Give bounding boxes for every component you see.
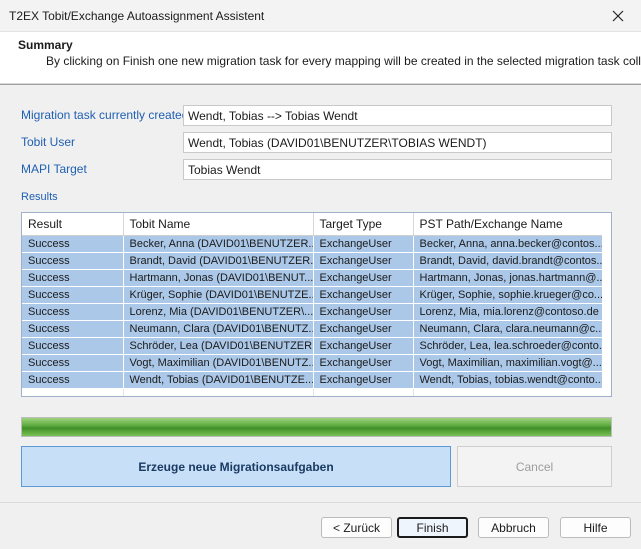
table-row[interactable]: Success Krüger, Sophie (DAVID01\BENUTZE.… — [22, 286, 604, 304]
progress-fill — [22, 418, 611, 436]
cell-pst-path: Lorenz, Mia, mia.lorenz@contoso.de — [413, 303, 604, 321]
results-grid[interactable]: Result Tobit Name Target Type PST Path/E… — [21, 212, 612, 397]
cell-result: Success — [22, 269, 124, 287]
results-header-row: Result Tobit Name Target Type PST Path/E… — [22, 213, 604, 236]
table-row[interactable]: Success Schröder, Lea (DAVID01\BENUTZER.… — [22, 337, 604, 355]
results-table: Result Tobit Name Target Type PST Path/E… — [22, 213, 604, 396]
mapi-target-field[interactable]: Tobias Wendt — [183, 159, 612, 180]
page-title: Summary — [18, 38, 73, 52]
cell-pst-path: Vogt, Maximilian, maximilian.vogt@... — [413, 354, 604, 372]
cell-target-type: ExchangeUser — [313, 303, 414, 321]
cell-target-type: ExchangeUser — [313, 371, 414, 389]
cell-tobit-name: Neumann, Clara (DAVID01\BENUTZ... — [123, 320, 314, 338]
header-divider — [0, 83, 641, 84]
current-task-label: Migration task currently created — [21, 108, 189, 122]
close-button[interactable] — [595, 0, 641, 32]
cell-result: Success — [22, 320, 124, 338]
cell-result: Success — [22, 286, 124, 304]
abort-button[interactable]: Abbruch — [478, 517, 549, 538]
column-header-result[interactable]: Result — [22, 213, 124, 236]
current-task-field[interactable]: Wendt, Tobias --> Tobias Wendt — [183, 105, 612, 126]
cell-result: Success — [22, 337, 124, 355]
column-header-pst-path[interactable]: PST Path/Exchange Name — [413, 213, 604, 236]
cell-target-type: ExchangeUser — [313, 354, 414, 372]
cell-target-type: ExchangeUser — [313, 252, 414, 270]
cell-pst-path: Hartmann, Jonas, jonas.hartmann@... — [413, 269, 604, 287]
tobit-user-label: Tobit User — [21, 135, 76, 149]
progress-bar — [21, 417, 612, 437]
empty-cell — [22, 388, 124, 396]
cell-tobit-name: Vogt, Maximilian (DAVID01\BENUTZ... — [123, 354, 314, 372]
table-row[interactable]: Success Wendt, Tobias (DAVID01\BENUTZE..… — [22, 371, 604, 389]
column-header-tobit-name[interactable]: Tobit Name — [123, 213, 314, 236]
create-migration-tasks-button[interactable]: Erzeuge neue Migrationsaufgaben — [21, 446, 451, 487]
cell-pst-path: Krüger, Sophie, sophie.krueger@co... — [413, 286, 604, 304]
cell-result: Success — [22, 235, 124, 253]
cell-pst-path: Wendt, Tobias, tobias.wendt@conto... — [413, 371, 604, 389]
cell-result: Success — [22, 303, 124, 321]
table-row[interactable]: Success Neumann, Clara (DAVID01\BENUTZ..… — [22, 320, 604, 338]
title-bar: T2EX Tobit/Exchange Autoassignment Assis… — [0, 0, 641, 32]
table-row[interactable]: Success Brandt, David (DAVID01\BENUTZER.… — [22, 252, 604, 270]
cell-target-type: ExchangeUser — [313, 235, 414, 253]
wizard-content: Migration task currently created Wendt, … — [0, 86, 641, 502]
cell-pst-path: Neumann, Clara, clara.neumann@c... — [413, 320, 604, 338]
empty-cell — [413, 388, 604, 396]
page-description: By clicking on Finish one new migration … — [46, 54, 641, 68]
tobit-user-field[interactable]: Wendt, Tobias (DAVID01\BENUTZER\TOBIAS W… — [183, 132, 612, 153]
cell-result: Success — [22, 371, 124, 389]
cell-target-type: ExchangeUser — [313, 337, 414, 355]
cell-pst-path: Schröder, Lea, lea.schroeder@conto... — [413, 337, 604, 355]
mapi-target-label: MAPI Target — [21, 162, 87, 176]
cell-tobit-name: Becker, Anna (DAVID01\BENUTZER... — [123, 235, 314, 253]
cell-tobit-name: Lorenz, Mia (DAVID01\BENUTZER\... — [123, 303, 314, 321]
wizard-footer: < Zurück Finish Abbruch Hilfe — [0, 502, 641, 549]
results-label: Results — [21, 191, 58, 203]
table-row[interactable]: Success Vogt, Maximilian (DAVID01\BENUTZ… — [22, 354, 604, 372]
cell-tobit-name: Wendt, Tobias (DAVID01\BENUTZE... — [123, 371, 314, 389]
finish-button[interactable]: Finish — [397, 517, 468, 538]
empty-row — [22, 388, 604, 396]
close-icon — [612, 10, 624, 22]
cell-target-type: ExchangeUser — [313, 269, 414, 287]
cell-tobit-name: Krüger, Sophie (DAVID01\BENUTZE... — [123, 286, 314, 304]
empty-cell — [123, 388, 314, 396]
cell-result: Success — [22, 252, 124, 270]
cell-target-type: ExchangeUser — [313, 320, 414, 338]
cell-tobit-name: Brandt, David (DAVID01\BENUTZER... — [123, 252, 314, 270]
cell-result: Success — [22, 354, 124, 372]
cell-pst-path: Becker, Anna, anna.becker@contos... — [413, 235, 604, 253]
cell-tobit-name: Schröder, Lea (DAVID01\BENUTZER... — [123, 337, 314, 355]
table-row[interactable]: Success Becker, Anna (DAVID01\BENUTZER..… — [22, 235, 604, 253]
window-title: T2EX Tobit/Exchange Autoassignment Assis… — [9, 9, 265, 23]
table-row[interactable]: Success Hartmann, Jonas (DAVID01\BENUT..… — [22, 269, 604, 287]
help-button[interactable]: Hilfe — [560, 517, 631, 538]
cell-target-type: ExchangeUser — [313, 286, 414, 304]
cancel-button[interactable]: Cancel — [457, 446, 612, 487]
column-header-target-type[interactable]: Target Type — [313, 213, 414, 236]
empty-cell — [313, 388, 414, 396]
wizard-header: Summary By clicking on Finish one new mi… — [0, 32, 641, 85]
back-button[interactable]: < Zurück — [321, 517, 392, 538]
table-row[interactable]: Success Lorenz, Mia (DAVID01\BENUTZER\..… — [22, 303, 604, 321]
grid-scrollbar[interactable] — [602, 213, 611, 396]
cell-tobit-name: Hartmann, Jonas (DAVID01\BENUT... — [123, 269, 314, 287]
cell-pst-path: Brandt, David, david.brandt@contos... — [413, 252, 604, 270]
